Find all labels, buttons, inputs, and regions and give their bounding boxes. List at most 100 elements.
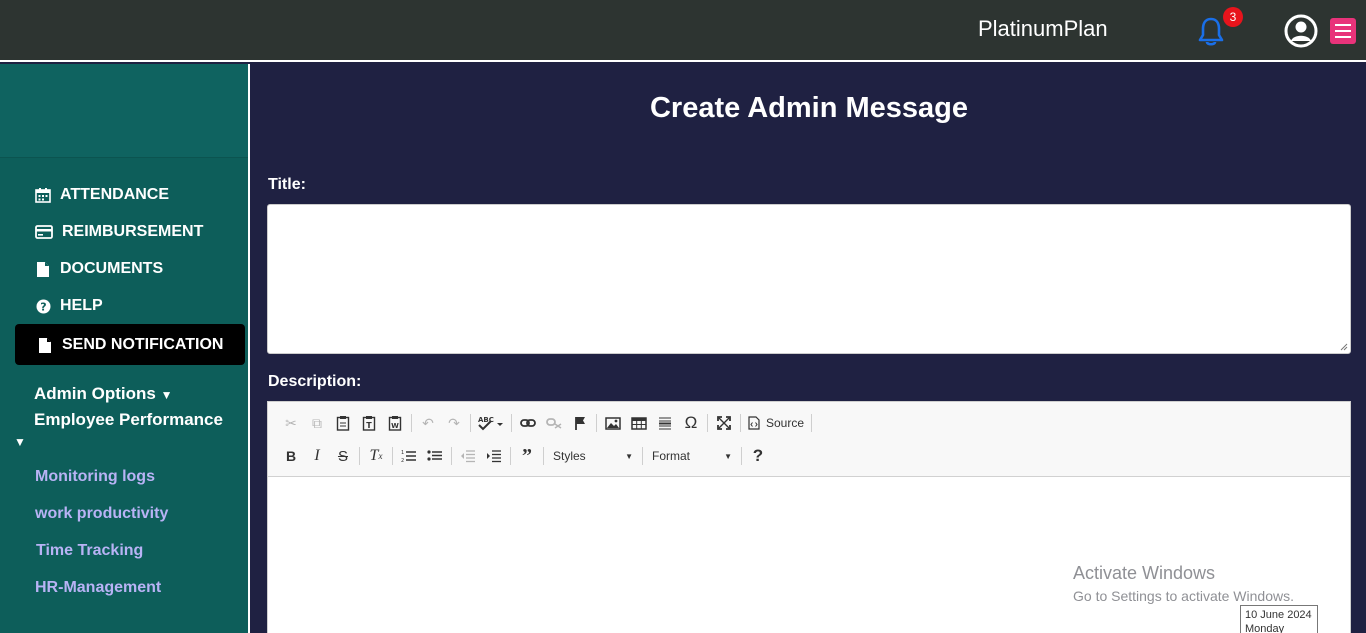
paste-word-icon[interactable]: W	[382, 411, 408, 435]
day-text: Monday	[1245, 623, 1285, 633]
anchor-flag-icon[interactable]	[567, 411, 593, 435]
italic-icon[interactable]: I	[304, 444, 330, 468]
sidebar-item-label: DOCUMENTS	[60, 260, 164, 277]
source-button[interactable]: Source	[744, 416, 808, 430]
sidebar-item-attendance[interactable]: ATTENDANCE	[34, 186, 169, 204]
file-icon	[34, 260, 52, 278]
toolbar-separator	[411, 414, 412, 432]
toolbar-separator	[392, 447, 393, 465]
admin-options-toggle[interactable]: Admin Options ▼	[34, 384, 172, 404]
resize-handle-icon[interactable]	[1340, 343, 1348, 351]
file-icon	[36, 336, 54, 354]
table-icon[interactable]	[626, 411, 652, 435]
copy-icon[interactable]: ⧉	[304, 411, 330, 435]
special-character-omega-icon[interactable]: Ω	[678, 411, 704, 435]
blockquote-icon[interactable]: ”	[514, 444, 540, 468]
toolbar-separator	[510, 447, 511, 465]
undo-icon[interactable]: ↶	[415, 411, 441, 435]
source-label: Source	[766, 416, 805, 430]
sidebar-item-label: REIMBURSEMENT	[62, 223, 204, 240]
bold-icon[interactable]: B	[278, 444, 304, 468]
toolbar-row-1: ✂ ⧉ T W ↶ ↷ ABC Ω Source	[278, 410, 815, 436]
format-dropdown[interactable]: Format ▼	[646, 445, 738, 467]
paste-text-icon[interactable]: T	[356, 411, 382, 435]
sidebar-item-send-notification[interactable]: SEND NOTIFICATION	[36, 336, 223, 354]
activate-windows-title: Activate Windows	[1073, 563, 1216, 583]
description-label: Description:	[268, 373, 362, 390]
outdent-icon[interactable]	[455, 444, 481, 468]
numbered-list-icon[interactable]: 12	[396, 444, 422, 468]
hamburger-menu-button[interactable]	[1330, 18, 1356, 44]
bullet-list-icon[interactable]	[422, 444, 448, 468]
caret-down-icon[interactable]: ▼	[14, 435, 26, 449]
user-avatar-icon[interactable]	[1284, 14, 1318, 48]
remove-format-icon[interactable]: Tx	[363, 444, 389, 468]
toolbar-row-2: B I S Tx 12 ” Styles ▼ Format ▼ ?	[278, 443, 771, 469]
toolbar-separator	[543, 447, 544, 465]
link-icon[interactable]	[515, 411, 541, 435]
help-question-icon[interactable]: ?	[745, 444, 771, 468]
bell-icon[interactable]	[1196, 16, 1226, 48]
sidebar: ATTENDANCE REIMBURSEMENT DOCUMENTS ? HEL…	[0, 64, 250, 633]
top-bar: PlatinumPlan 3	[0, 0, 1366, 62]
cut-icon[interactable]: ✂	[278, 411, 304, 435]
svg-text:ABC: ABC	[478, 416, 494, 424]
page-title: Create Admin Message	[649, 92, 969, 124]
indent-icon[interactable]	[481, 444, 507, 468]
caret-down-icon: ▼	[625, 451, 633, 461]
notification-count-badge: 3	[1223, 7, 1243, 27]
date-tooltip: 10 June 2024 Monday	[1240, 605, 1318, 633]
svg-text:T: T	[366, 421, 372, 430]
toolbar-separator	[811, 414, 813, 432]
sub-link-monitoring-logs[interactable]: Monitoring logs	[35, 468, 155, 486]
toolbar-separator	[451, 447, 452, 465]
strikethrough-icon[interactable]: S	[330, 444, 356, 468]
credit-card-icon	[34, 223, 54, 241]
employee-performance-toggle[interactable]: Employee Performance	[34, 410, 223, 430]
toolbar-separator	[642, 447, 643, 465]
activate-windows-subtitle: Go to Settings to activate Windows.	[1073, 588, 1294, 604]
editor-toolbar: ✂ ⧉ T W ↶ ↷ ABC Ω Source B I S T x 1 2 ”…	[268, 402, 1350, 477]
styles-dropdown[interactable]: Styles ▼	[547, 445, 639, 467]
toolbar-separator	[511, 414, 512, 432]
horizontal-line-icon[interactable]	[652, 411, 678, 435]
svg-text:W: W	[391, 422, 399, 430]
admin-options-label: Admin Options	[34, 384, 156, 403]
sidebar-item-label: SEND NOTIFICATION	[62, 336, 224, 353]
editor-content-area[interactable]	[268, 478, 1350, 633]
unlink-icon[interactable]	[541, 411, 567, 435]
title-label: Title:	[268, 176, 306, 193]
employee-performance-label: Employee Performance	[34, 410, 223, 429]
calendar-icon	[34, 186, 52, 204]
toolbar-separator	[596, 414, 597, 432]
sidebar-header	[0, 64, 248, 158]
sidebar-item-help[interactable]: ? HELP	[34, 297, 103, 315]
source-icon	[748, 416, 760, 430]
toolbar-separator	[741, 447, 742, 465]
svg-text:1: 1	[401, 450, 404, 456]
spellcheck-icon[interactable]: ABC	[474, 411, 508, 435]
image-icon[interactable]	[600, 411, 626, 435]
main-content: Create Admin Message Title: Description:…	[252, 64, 1366, 633]
svg-text:?: ?	[40, 300, 46, 313]
sub-link-time-tracking[interactable]: Time Tracking	[36, 542, 143, 560]
toolbar-separator	[470, 414, 471, 432]
toolbar-separator	[740, 414, 741, 432]
sidebar-item-label: ATTENDANCE	[60, 186, 170, 203]
toolbar-separator	[707, 414, 708, 432]
activate-windows-watermark: Activate Windows Go to Settings to activ…	[1073, 563, 1294, 604]
title-input[interactable]	[267, 204, 1351, 354]
sidebar-item-documents[interactable]: DOCUMENTS	[34, 260, 163, 278]
paste-icon[interactable]	[330, 411, 356, 435]
brand-name: PlatinumPlan	[978, 16, 1108, 41]
caret-down-icon: ▼	[724, 451, 732, 461]
date-text: 10 June 2024	[1245, 609, 1312, 621]
redo-icon[interactable]: ↷	[441, 411, 467, 435]
question-circle-icon: ?	[34, 297, 52, 315]
format-label: Format	[652, 449, 691, 463]
sub-link-hr-management[interactable]: HR-Management	[35, 579, 161, 597]
maximize-icon[interactable]	[711, 411, 737, 435]
sidebar-item-reimbursement[interactable]: REIMBURSEMENT	[34, 223, 203, 241]
sub-link-work-productivity[interactable]: work productivity	[35, 505, 168, 523]
toolbar-separator	[359, 447, 360, 465]
